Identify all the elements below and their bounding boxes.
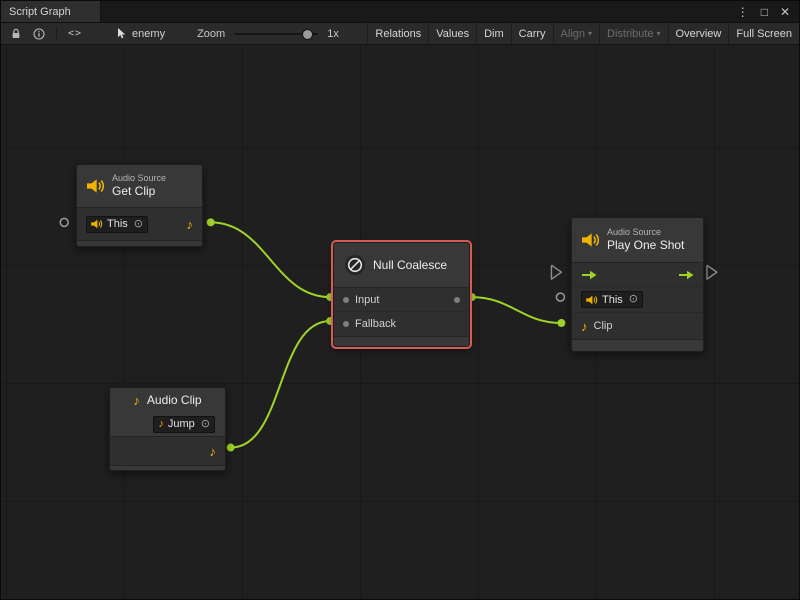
port-label: Fallback: [355, 318, 396, 330]
node-row: This ⊙: [572, 287, 703, 313]
node-header: ♪ Audio Clip: [110, 388, 225, 412]
tab-title: Script Graph: [9, 6, 71, 18]
toolbar-buttons: Relations Values Dim Carry Align ▾ Distr…: [367, 23, 799, 44]
node-row: This ⊙ ♪: [77, 208, 202, 240]
control-output-port[interactable]: [707, 265, 717, 279]
audio-source-icon: [91, 219, 103, 229]
connection-endpoint[interactable]: [227, 444, 235, 452]
node-row: Fallback: [334, 312, 469, 336]
cursor-icon: [117, 28, 127, 39]
audio-source-icon: [582, 232, 600, 248]
unconnected-input-port[interactable]: [60, 218, 68, 226]
graph-owner-ref[interactable]: enemy: [117, 28, 165, 40]
values-button[interactable]: Values: [428, 23, 476, 44]
connection-wire[interactable]: [472, 297, 562, 323]
node-category: Audio Source: [112, 173, 166, 184]
port-label: Input: [355, 294, 379, 306]
connection-endpoint[interactable]: [557, 319, 565, 327]
zoom-value: 1x: [327, 28, 339, 40]
node-title: Play One Shot: [607, 238, 684, 252]
node-play-one-shot[interactable]: Audio Source Play One Shot: [571, 217, 704, 352]
node-header: Audio Source Play One Shot: [572, 218, 703, 262]
audio-clip-port-icon[interactable]: ♪: [210, 445, 217, 458]
object-picker-icon[interactable]: ⊙: [134, 219, 143, 230]
this-field-value: This: [602, 294, 623, 306]
audio-clip-object-field[interactable]: ♪ Jump ⊙: [153, 416, 215, 433]
node-row: ♪ Clip: [572, 313, 703, 339]
graph-owner-label: enemy: [132, 28, 165, 40]
relations-button[interactable]: Relations: [367, 23, 428, 44]
port-label: Clip: [594, 320, 613, 332]
distribute-button: Distribute ▾: [599, 23, 667, 44]
this-object-field[interactable]: This ⊙: [86, 216, 148, 233]
node-header: Audio Source Get Clip: [77, 165, 202, 207]
connection-wire[interactable]: [211, 222, 331, 297]
node-footer: [572, 339, 703, 351]
node-title: Null Coalesce: [373, 258, 447, 272]
input-port[interactable]: [343, 297, 349, 303]
null-coalesce-icon: [344, 254, 366, 276]
node-null-coalesce[interactable]: Null Coalesce Input Fallback: [333, 242, 470, 347]
object-picker-icon[interactable]: ⊙: [629, 294, 638, 305]
control-flow-row: [572, 263, 703, 287]
tab-bar: Script Graph ⋮ □ ✕: [1, 1, 799, 23]
node-row: ♪: [110, 437, 225, 465]
this-object-field[interactable]: This ⊙: [581, 291, 643, 308]
carry-button[interactable]: Carry: [511, 23, 553, 44]
fullscreen-button[interactable]: Full Screen: [728, 23, 799, 44]
overview-button[interactable]: Overview: [668, 23, 729, 44]
graph-canvas[interactable]: Audio Source Get Clip This ⊙: [1, 46, 799, 599]
node-get-clip[interactable]: Audio Source Get Clip This ⊙: [76, 164, 203, 247]
control-input-arrow-icon[interactable]: [581, 270, 597, 280]
chevron-down-icon: ▾: [657, 30, 661, 38]
clip-field-value: Jump: [168, 418, 195, 430]
node-header: Null Coalesce: [334, 243, 469, 287]
node-category: Audio Source: [607, 227, 684, 238]
toolbar-divider: [56, 27, 57, 40]
control-input-port[interactable]: [551, 265, 561, 279]
lock-icon[interactable]: [10, 28, 22, 40]
object-picker-icon[interactable]: ⊙: [201, 419, 210, 430]
control-output-arrow-icon[interactable]: [678, 270, 694, 280]
audio-clip-icon: ♪: [158, 419, 164, 430]
zoom-control: Zoom 1x: [197, 28, 339, 40]
code-view-icon[interactable]: <>: [68, 28, 82, 39]
tab-script-graph[interactable]: Script Graph: [1, 1, 101, 22]
connection-wire[interactable]: [231, 321, 331, 448]
node-title: Audio Clip: [147, 393, 202, 407]
zoom-slider-handle[interactable]: [303, 30, 312, 39]
script-graph-window: Script Graph ⋮ □ ✕ <> enem: [0, 0, 800, 600]
maximize-icon[interactable]: □: [761, 6, 768, 18]
audio-source-icon: [586, 295, 598, 305]
more-menu-icon[interactable]: ⋮: [737, 6, 749, 18]
info-icon[interactable]: [33, 28, 45, 40]
node-title: Get Clip: [112, 184, 166, 198]
unconnected-input-port[interactable]: [556, 293, 564, 301]
node-footer: [77, 240, 202, 246]
zoom-label: Zoom: [197, 28, 225, 40]
audio-clip-icon: ♪: [133, 394, 140, 407]
node-footer: [110, 465, 225, 470]
zoom-slider[interactable]: [234, 28, 318, 40]
chevron-down-icon: ▾: [588, 30, 592, 38]
window-controls: ⋮ □ ✕: [728, 1, 799, 22]
node-audio-clip[interactable]: ♪ Audio Clip ♪ Jump ⊙ ♪: [109, 387, 226, 471]
node-footer: [334, 336, 469, 346]
node-field-row: ♪ Jump ⊙: [110, 412, 225, 436]
node-row: Input: [334, 288, 469, 312]
this-field-value: This: [107, 218, 128, 230]
close-icon[interactable]: ✕: [780, 6, 790, 18]
fallback-port[interactable]: [343, 321, 349, 327]
audio-clip-port-icon[interactable]: ♪: [581, 320, 588, 333]
graph-toolbar: <> enemy Zoom 1x Relations Values Dim Ca…: [1, 23, 799, 45]
align-button: Align ▾: [553, 23, 599, 44]
toolbar-left-group: <>: [1, 27, 91, 40]
dim-button[interactable]: Dim: [476, 23, 511, 44]
audio-clip-port-icon[interactable]: ♪: [187, 218, 194, 231]
connection-endpoint[interactable]: [207, 218, 215, 226]
result-port[interactable]: [454, 297, 460, 303]
audio-source-icon: [87, 178, 105, 194]
